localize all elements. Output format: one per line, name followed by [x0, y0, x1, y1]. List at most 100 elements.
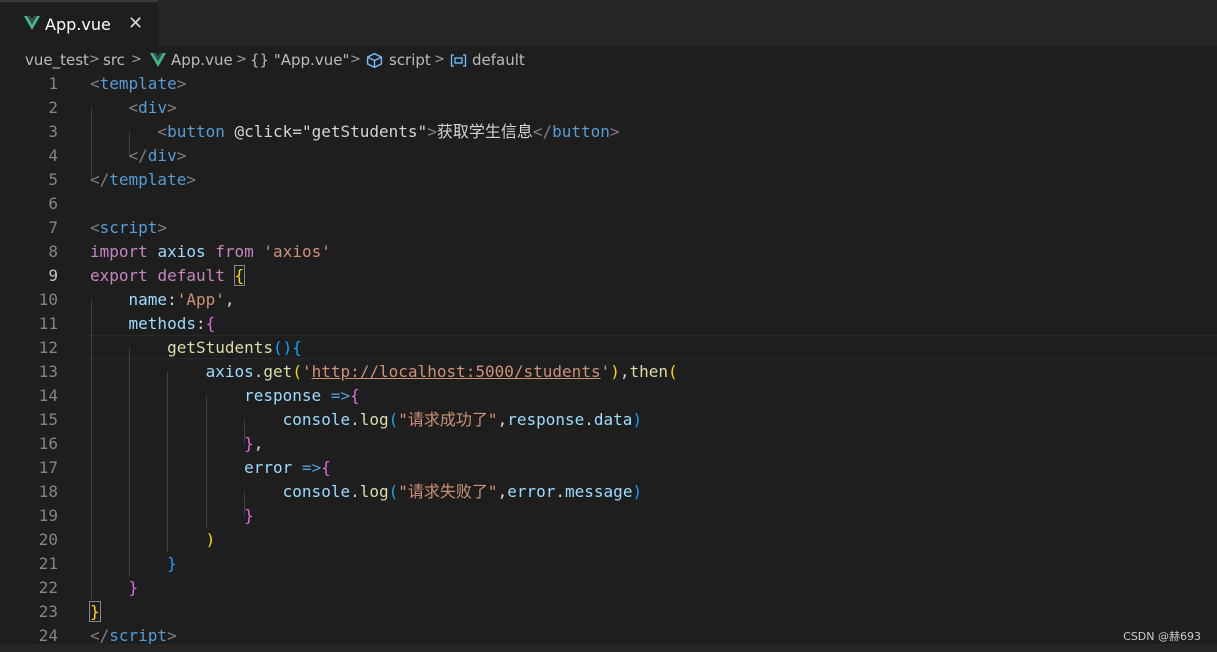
- token: console: [282, 410, 351, 429]
- token: (: [388, 410, 399, 429]
- token: @click: [234, 122, 293, 141]
- token: >: [157, 218, 168, 237]
- line-number: 18: [38, 482, 58, 501]
- token: from: [215, 242, 254, 261]
- token: (: [292, 362, 302, 381]
- token: ,: [497, 482, 508, 501]
- token: {: [350, 386, 360, 405]
- code-line: 21 }: [0, 552, 1217, 576]
- token: >: [176, 146, 187, 165]
- code-editor[interactable]: 1 <template> 2 <div> 3 <button @click="g…: [0, 72, 1217, 645]
- line-number: 10: [38, 290, 58, 309]
- tab-app-vue[interactable]: App.vue ✕: [0, 0, 158, 46]
- token: {: [205, 314, 216, 333]
- breadcrumb-item-default[interactable]: default: [472, 46, 525, 74]
- token: 获取学生信息: [436, 122, 533, 141]
- token: ,: [253, 434, 264, 453]
- code-line: 3 <button @click="getStudents">获取学生信息</b…: [0, 120, 1217, 144]
- token: .: [253, 362, 264, 381]
- token: <: [128, 98, 139, 117]
- code-line: 4 </div>: [0, 144, 1217, 168]
- token: ,: [224, 290, 235, 309]
- token: template: [99, 74, 177, 93]
- token: =: [292, 122, 302, 141]
- token: data: [593, 410, 633, 429]
- token: ): [632, 482, 643, 501]
- breadcrumb-item-vue-test[interactable]: vue_test: [25, 46, 89, 74]
- line-number: 8: [48, 242, 58, 261]
- breadcrumb-item-script[interactable]: script: [389, 46, 431, 74]
- token: <: [90, 74, 100, 93]
- breadcrumb-item-module[interactable]: {} "App.vue": [250, 46, 349, 74]
- token: console: [282, 482, 351, 501]
- cube-icon: [366, 52, 383, 69]
- breadcrumb-separator: >: [434, 52, 445, 67]
- token: button: [552, 122, 610, 141]
- token: 'App': [176, 290, 225, 309]
- code-line: 6: [0, 192, 1217, 216]
- line-number: 4: [48, 146, 58, 165]
- breadcrumb-item-src[interactable]: src: [103, 46, 125, 74]
- code-line: 7 <script>: [0, 216, 1217, 240]
- token: name: [128, 290, 168, 309]
- token: {: [321, 458, 331, 477]
- close-icon[interactable]: ✕: [128, 13, 143, 35]
- token: ,: [619, 362, 630, 381]
- breadcrumb: vue_test > src > App.vue > {} "App.vue" …: [0, 46, 1217, 74]
- token: ): [632, 410, 643, 429]
- token[interactable]: http://localhost:5000/students: [312, 362, 601, 381]
- token: script: [99, 218, 158, 237]
- token: >: [186, 170, 196, 189]
- code-line: 12 getStudents(){: [0, 336, 1217, 360]
- token: error: [507, 482, 556, 501]
- token: "请求失败了": [398, 482, 498, 501]
- token: </: [90, 170, 110, 189]
- breadcrumb-item-app-vue[interactable]: App.vue: [171, 46, 233, 74]
- variable-icon: [450, 54, 467, 67]
- token: <: [90, 218, 100, 237]
- token: =>: [321, 386, 351, 405]
- code-line: 15 console.log("请求成功了",response.data): [0, 408, 1217, 432]
- code-line: 5 </template>: [0, 168, 1217, 192]
- token: ): [205, 530, 216, 549]
- code-line: 23 }: [0, 600, 1217, 624]
- token: </: [532, 122, 553, 141]
- line-number: 22: [38, 578, 58, 597]
- code-line: 13 axios.get('http://localhost:5000/stud…: [0, 360, 1217, 384]
- token: .: [555, 482, 566, 501]
- token: <: [157, 122, 168, 141]
- token: script: [109, 626, 168, 645]
- token: axios: [205, 362, 254, 381]
- token: import: [90, 242, 148, 261]
- token: response: [244, 386, 322, 405]
- token: "getStudents": [301, 122, 428, 141]
- code-line: 16 },: [0, 432, 1217, 456]
- code-line: 1 <template>: [0, 72, 1217, 96]
- line-number: 13: [38, 362, 58, 381]
- code-line: 11 methods:{: [0, 312, 1217, 336]
- token: :: [167, 290, 177, 309]
- token: }: [167, 554, 177, 573]
- token: get: [263, 362, 293, 381]
- token: </: [90, 626, 110, 645]
- token: ': [301, 362, 312, 381]
- line-number: 15: [38, 410, 58, 429]
- token: {: [292, 338, 302, 357]
- breadcrumb-separator: >: [131, 52, 142, 67]
- code-line: 9 export default {: [0, 264, 1217, 288]
- token: export: [90, 266, 148, 285]
- code-line: 10 name:'App',: [0, 288, 1217, 312]
- token: message: [565, 482, 633, 501]
- token: >: [609, 122, 620, 141]
- token: error: [244, 458, 293, 477]
- token: getStudents: [167, 338, 274, 357]
- code-line: 17 error =>{: [0, 456, 1217, 480]
- line-number: 7: [48, 218, 58, 237]
- line-number: 14: [38, 386, 58, 405]
- token: button: [167, 122, 225, 141]
- code-line: 18 console.log("请求失败了",error.message): [0, 480, 1217, 504]
- token: }: [89, 601, 101, 622]
- token: (: [388, 482, 399, 501]
- token: ): [610, 362, 620, 381]
- code-line: 19 }: [0, 504, 1217, 528]
